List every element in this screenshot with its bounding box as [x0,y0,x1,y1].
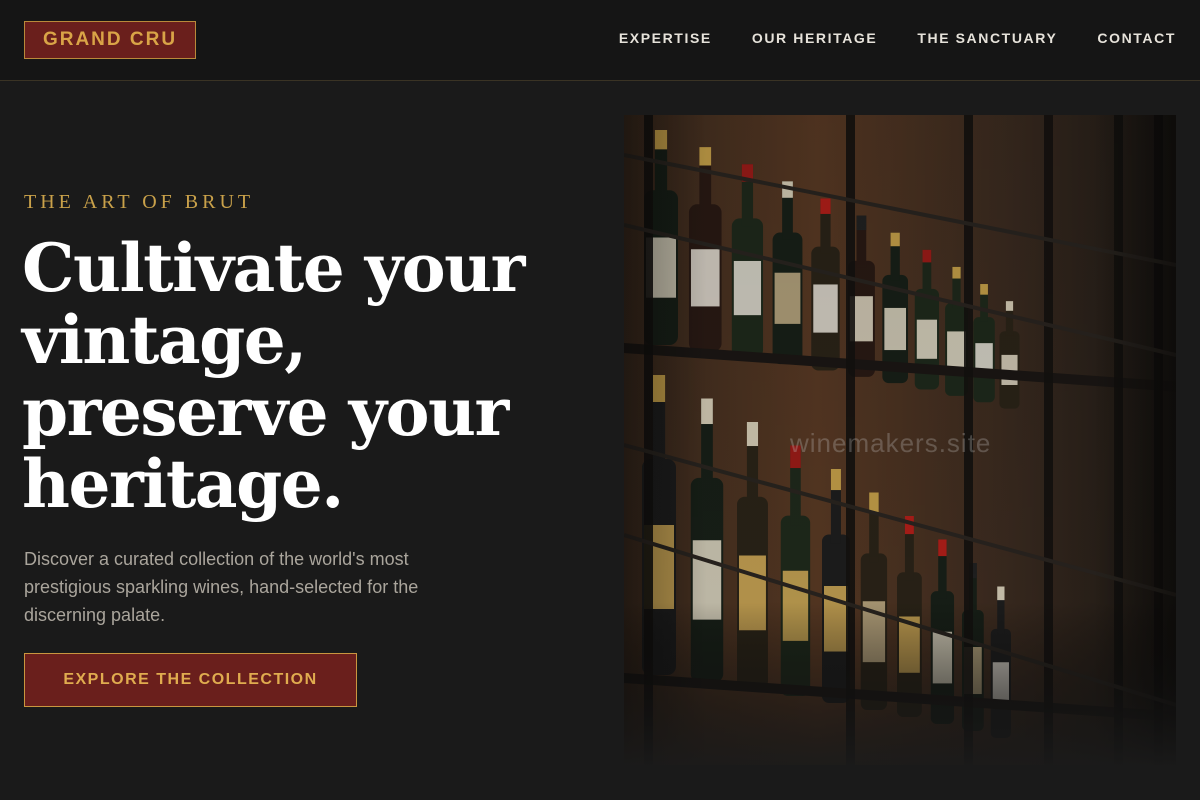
hero-description: Discover a curated collection of the wor… [24,549,419,625]
headline-line: heritage. [22,445,344,523]
hero-eyebrow: THE ART OF BRUT [24,191,255,213]
brand-logo[interactable]: GRAND CRU [24,21,196,59]
site-header: GRAND CRU EXPERTISE OUR HERITAGE THE SAN… [0,0,1200,81]
nav-link-expertise[interactable]: EXPERTISE [619,30,712,46]
headline-line: Cultivate your [22,229,525,307]
nav-link-our-heritage[interactable]: OUR HERITAGE [752,30,878,46]
nav-link-contact[interactable]: CONTACT [1097,30,1176,46]
headline-line: preserve your [22,373,509,451]
main-nav: EXPERTISE OUR HERITAGE THE SANCTUARY CON… [619,30,1176,46]
nav-link-the-sanctuary[interactable]: THE SANCTUARY [917,30,1057,46]
explore-collection-button[interactable]: EXPLORE THE COLLECTION [24,653,357,707]
headline-line: vintage, [22,301,307,379]
hero-headline: Cultivate your vintage, preserve your he… [22,232,582,520]
image-watermark: winemakers.site [790,428,992,458]
